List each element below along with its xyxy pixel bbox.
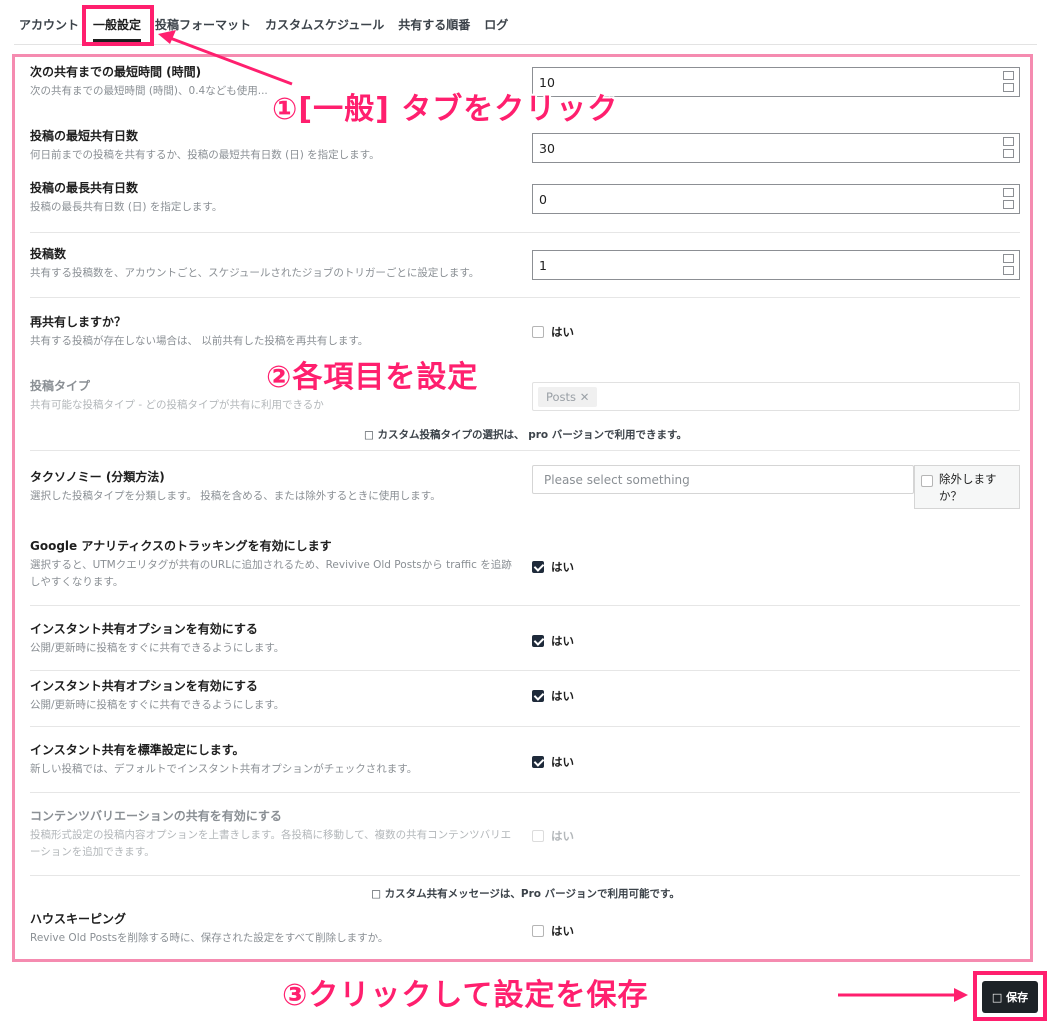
tab-custom-schedule[interactable]: カスタムスケジュール bbox=[265, 16, 384, 34]
annotation-step-1: ①[一般] タブをクリック bbox=[272, 92, 619, 127]
tabs-divider bbox=[14, 44, 1037, 45]
arrow-to-save-icon bbox=[838, 988, 968, 1002]
annotation-step-3: ③クリックして設定を保存 bbox=[282, 978, 649, 1013]
annotation-step-2: ②各項目を設定 bbox=[266, 360, 479, 395]
annotation-frame-tab bbox=[82, 5, 154, 46]
annotation-frame-settings bbox=[12, 54, 1033, 962]
tab-post-format[interactable]: 投稿フォーマット bbox=[155, 16, 251, 34]
tab-account[interactable]: アカウント bbox=[19, 16, 79, 34]
annotation-frame-save bbox=[973, 971, 1047, 1021]
tab-share-order[interactable]: 共有する順番 bbox=[398, 16, 470, 34]
tab-logs[interactable]: ログ bbox=[484, 16, 508, 34]
